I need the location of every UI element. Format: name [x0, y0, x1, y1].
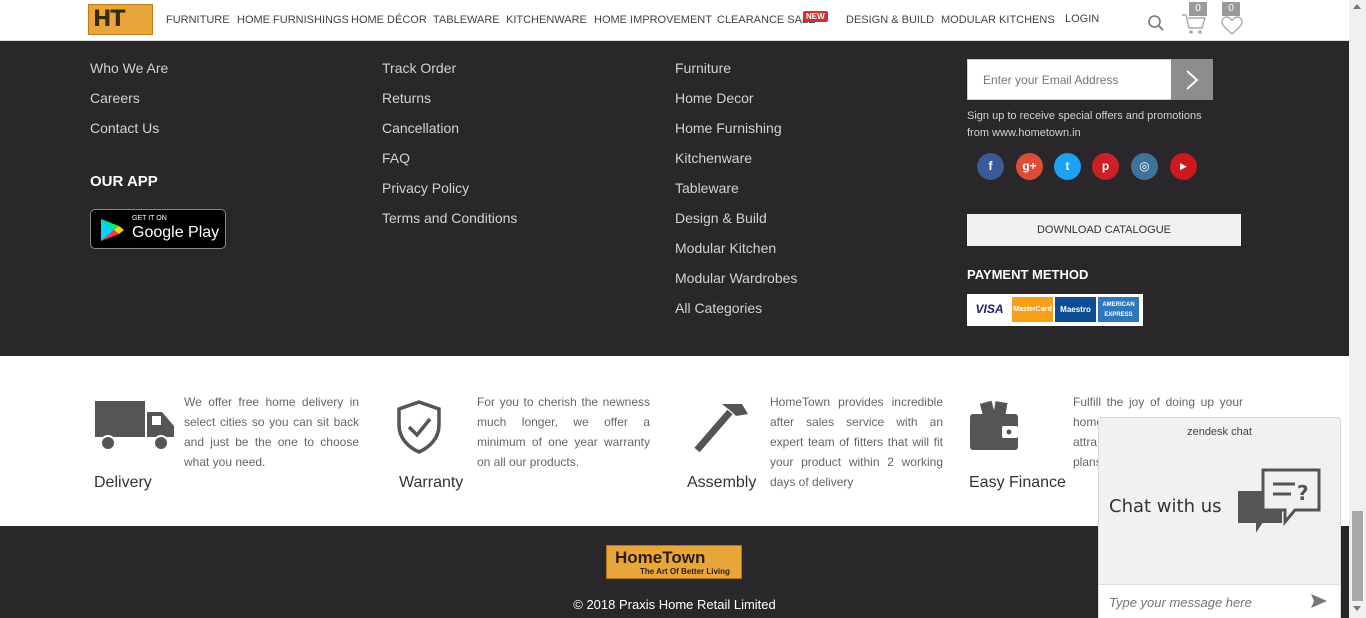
page-scrollbar[interactable] [1349, 0, 1366, 618]
instagram-glyph: ◎ [1139, 159, 1150, 173]
wishlist-count: 0 [1222, 2, 1240, 16]
footer-link-privacy-policy[interactable]: Privacy Policy [382, 180, 469, 196]
google-play-big-text: Google Play [132, 224, 220, 241]
signup-description: Sign up to receive special offers and pr… [967, 110, 1202, 139]
cart-count: 0 [1189, 2, 1207, 16]
chat-message-input[interactable] [1099, 584, 1340, 618]
assembly-description: HomeTown provides incredible after sales… [770, 395, 943, 489]
scroll-up-arrow-icon[interactable] [1353, 4, 1361, 9]
site-logo[interactable]: HT [88, 4, 153, 35]
pinterest-glyph: p [1101, 159, 1110, 173]
footer-links-section: Who We Are Careers Contact Us OUR APP GE… [0, 41, 1349, 356]
payment-method-heading: PAYMENT METHOD [967, 267, 1089, 282]
footer-link-home-furnishing[interactable]: Home Furnishing [675, 120, 782, 136]
chat-headline: Chat with us [1109, 496, 1222, 517]
cart-icon[interactable] [1181, 12, 1207, 41]
footer-link-all-categories[interactable]: All Categories [675, 300, 762, 316]
mastercard-logo: MasterCard [1012, 297, 1053, 322]
footer-link-cancellation[interactable]: Cancellation [382, 120, 459, 136]
logo-tagline: The Art Of Better Living [640, 567, 730, 576]
easy-finance-title: Easy Finance [969, 474, 1066, 491]
scrollbar-thumb[interactable] [1352, 511, 1363, 601]
logo-brand-text: HomeTown [615, 548, 706, 567]
pinterest-icon[interactable]: p [1092, 153, 1119, 180]
maestro-logo: Maestro [1055, 297, 1096, 322]
newsletter-email-input[interactable] [967, 59, 1172, 100]
twitter-icon[interactable]: t [1054, 153, 1081, 180]
footer-link-furniture[interactable]: Furniture [675, 60, 731, 76]
chat-bubbles-icon: ? [1236, 468, 1321, 540]
facebook-glyph: f [988, 159, 993, 173]
shield-check-icon [397, 400, 441, 454]
footer-link-kitchenware[interactable]: Kitchenware [675, 150, 752, 166]
new-badge: NEW [803, 11, 828, 22]
footer-link-faq[interactable]: FAQ [382, 150, 410, 166]
scroll-down-arrow-icon[interactable] [1353, 606, 1361, 611]
google-plus-icon[interactable]: g+ [1016, 153, 1043, 180]
footer-link-careers[interactable]: Careers [90, 90, 140, 106]
google-play-small-text: GET IT ON [132, 215, 167, 222]
warranty-title: Warranty [399, 474, 464, 491]
chat-brand: zendesk chat [1187, 426, 1252, 438]
chevron-right-icon [1186, 70, 1199, 90]
send-icon[interactable] [1310, 593, 1328, 609]
hammer-icon [694, 404, 748, 453]
nav-item-design-build[interactable]: DESIGN & BUILD [846, 14, 934, 26]
instagram-icon[interactable]: ◎ [1131, 153, 1158, 180]
youtube-icon[interactable]: ▶ [1170, 153, 1197, 180]
delivery-title: Delivery [94, 474, 152, 491]
nav-item-kitchenware[interactable]: KITCHENWARE [506, 14, 587, 26]
our-app-heading: OUR APP [90, 173, 158, 190]
nav-item-tableware[interactable]: TABLEWARE [433, 14, 500, 26]
delivery-description: We offer free home delivery in select ci… [184, 395, 359, 469]
footer-link-contact-us[interactable]: Contact Us [90, 120, 159, 136]
search-icon[interactable] [1147, 14, 1165, 37]
download-catalogue-button[interactable]: DOWNLOAD CATALOGUE [967, 214, 1241, 246]
nav-item-home-improvement[interactable]: HOME IMPROVEMENT [594, 14, 712, 26]
footer-link-modular-kitchen[interactable]: Modular Kitchen [675, 240, 776, 256]
footer-link-modular-wardrobes[interactable]: Modular Wardrobes [675, 270, 797, 286]
footer-link-home-decor[interactable]: Home Decor [675, 90, 754, 106]
google-play-badge[interactable]: GET IT ON Google Play [90, 209, 226, 249]
facebook-icon[interactable]: f [977, 153, 1004, 180]
footer-link-terms[interactable]: Terms and Conditions [382, 210, 517, 226]
google-play-icon [101, 219, 124, 241]
footer-link-who-we-are[interactable]: Who We Are [90, 60, 168, 76]
hometown-logo[interactable]: HomeTown The Art Of Better Living [606, 545, 742, 579]
login-link[interactable]: LOGIN [1065, 13, 1099, 25]
footer-link-track-order[interactable]: Track Order [382, 60, 456, 76]
payment-cards: VISA MasterCard Maestro AMERICAN EXPRESS [967, 294, 1143, 326]
amex-logo: AMERICAN EXPRESS [1098, 297, 1139, 322]
footer-link-tableware[interactable]: Tableware [675, 180, 739, 196]
assembly-title: Assembly [687, 474, 757, 491]
nav-item-furniture[interactable]: FURNITURE [166, 14, 230, 26]
google-plus-glyph: g+ [1022, 159, 1037, 173]
wishlist-heart-icon[interactable] [1221, 16, 1243, 41]
nav-item-home-furnishings[interactable]: HOME FURNISHINGS [237, 14, 349, 26]
nav-item-modular-kitchens[interactable]: MODULAR KITCHENS [941, 14, 1055, 26]
visa-card-logo: VISA [969, 297, 1010, 322]
svg-text:?: ? [1297, 481, 1309, 505]
warranty-description: For you to cherish the newness much long… [477, 395, 650, 469]
wallet-icon [970, 400, 1018, 450]
nav-item-clearance-sale[interactable]: CLEARANCE SALE [717, 14, 815, 26]
logo-text: HT [93, 7, 125, 32]
newsletter-submit-button[interactable] [1171, 59, 1213, 100]
footer-link-design-build[interactable]: Design & Build [675, 210, 767, 226]
youtube-glyph: ▶ [1180, 161, 1187, 171]
nav-item-home-decor[interactable]: HOME DÉCOR [351, 14, 427, 26]
footer-link-returns[interactable]: Returns [382, 90, 431, 106]
chat-widget[interactable]: zendesk chat Chat with us ? [1098, 417, 1341, 618]
twitter-glyph: t [1065, 159, 1070, 173]
truck-icon [95, 401, 174, 451]
top-navigation: HT FURNITURE HOME FURNISHINGS HOME DÉCOR… [0, 0, 1349, 41]
